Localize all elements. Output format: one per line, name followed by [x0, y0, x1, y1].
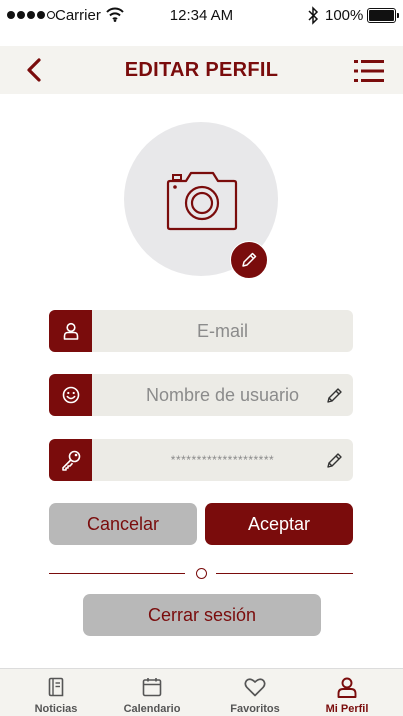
key-icon: [61, 450, 80, 471]
divider-line-right: [216, 573, 353, 574]
cancel-button[interactable]: Cancelar: [49, 503, 197, 545]
tab-favoritos[interactable]: Favoritos: [205, 669, 305, 716]
bluetooth-icon: [308, 6, 319, 25]
pencil-icon[interactable]: [326, 386, 344, 404]
calendar-icon: [142, 678, 162, 697]
smiley-icon: [62, 386, 79, 404]
tab-noticias[interactable]: Noticias: [6, 669, 106, 716]
email-field-icon-box: [49, 310, 92, 352]
password-field[interactable]: ********************: [49, 439, 353, 481]
pencil-icon[interactable]: [326, 451, 344, 469]
username-field-icon-box: [49, 374, 92, 416]
email-field[interactable]: E-mail: [49, 310, 353, 352]
camera-icon: [166, 171, 238, 231]
navigation-bar: EDITAR PERFIL: [0, 46, 403, 94]
list-menu-icon[interactable]: [354, 58, 384, 84]
tab-calendario[interactable]: Calendario: [102, 669, 202, 716]
email-input[interactable]: E-mail: [92, 310, 353, 352]
status-bar: Carrier 12:34 AM 100%: [0, 0, 403, 32]
password-input[interactable]: ********************: [92, 439, 353, 481]
accept-button[interactable]: Aceptar: [205, 503, 353, 545]
user-icon: [337, 677, 357, 698]
logout-button[interactable]: Cerrar sesión: [83, 594, 321, 636]
battery-percentage: 100%: [325, 7, 364, 24]
divider-line-left: [49, 573, 185, 574]
tab-mi-perfil[interactable]: Mi Perfil: [297, 669, 397, 716]
divider-circle: [196, 568, 207, 579]
user-icon: [63, 322, 78, 340]
username-input[interactable]: Nombre de usuario: [92, 374, 353, 416]
tab-label: Noticias: [34, 703, 78, 715]
tab-bar: Noticias Calendario Favoritos Mi Perfil: [0, 668, 403, 716]
tab-label: Mi Perfil: [325, 703, 369, 715]
heart-icon: [244, 678, 266, 697]
page-title: EDITAR PERFIL: [124, 59, 279, 81]
battery-icon: [367, 8, 399, 23]
news-icon: [48, 677, 64, 697]
edit-photo-button[interactable]: [230, 241, 268, 279]
pencil-icon: [242, 252, 257, 267]
tab-label: Calendario: [123, 703, 181, 715]
username-field[interactable]: Nombre de usuario: [49, 374, 353, 416]
password-field-icon-box: [49, 439, 92, 481]
tab-label: Favoritos: [230, 703, 280, 715]
